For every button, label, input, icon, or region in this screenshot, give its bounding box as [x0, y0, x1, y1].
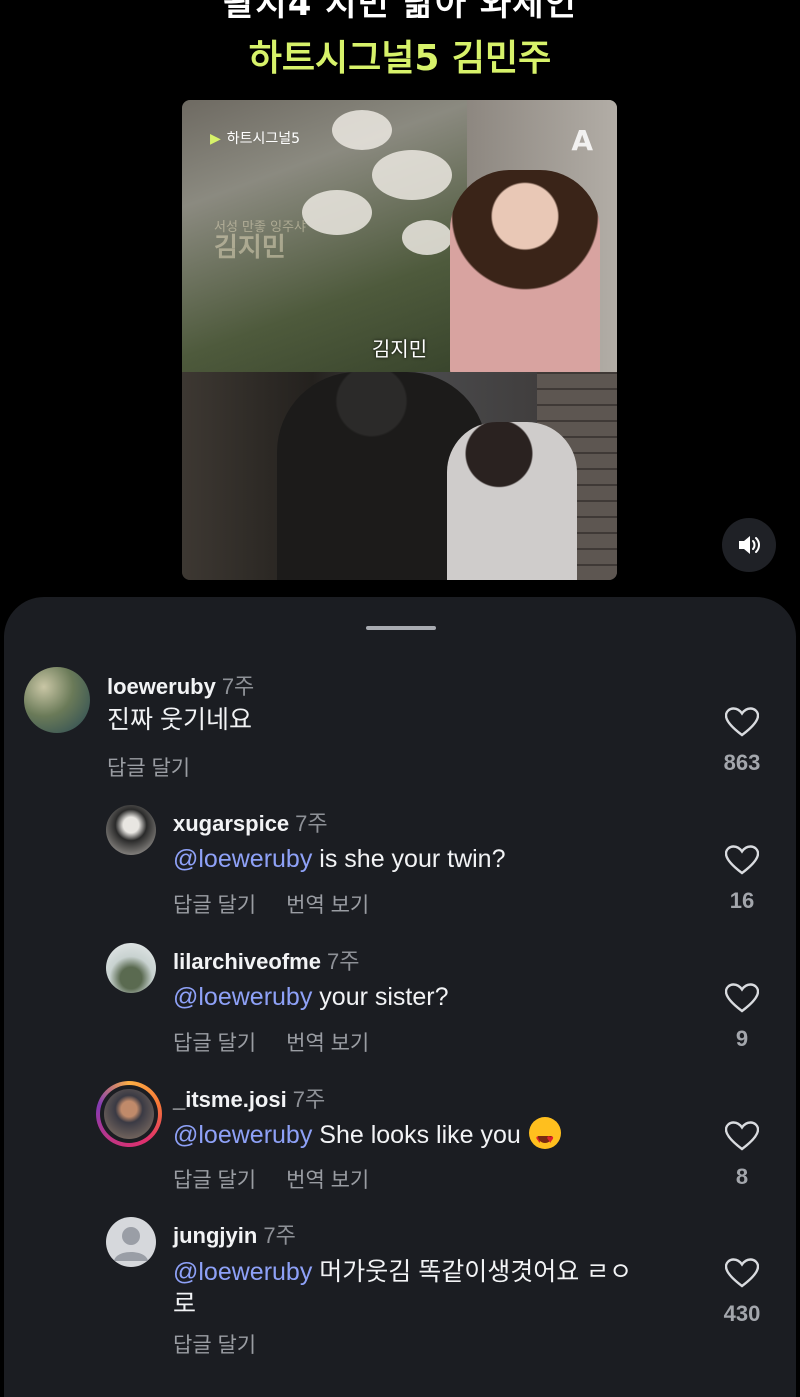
sheet-grabber[interactable] — [366, 626, 436, 630]
like-control[interactable]: 430 — [712, 1258, 772, 1327]
comment-time: 7주 — [326, 949, 360, 974]
heart-icon[interactable] — [724, 1121, 760, 1151]
translate-button[interactable]: 번역 보기 — [286, 1032, 369, 1055]
heart-icon[interactable] — [724, 1258, 760, 1288]
comment-text: @loeweruby 머가웃김 똑같이생겻어요 ㄹㅇ — [173, 1258, 633, 1286]
mention-link[interactable]: @loeweruby — [173, 1258, 312, 1286]
comment-text: 진짜 웃기네요 — [107, 706, 252, 734]
like-count: 863 — [723, 750, 761, 775]
avatar[interactable] — [24, 667, 90, 733]
comment-username[interactable]: lilarchiveofme 7주 — [173, 944, 359, 976]
like-control[interactable]: 8 — [712, 1121, 772, 1190]
name-subtitle: 김지민 — [371, 337, 428, 361]
comments-sheet: loeweruby 7주 진짜 웃기네요 답글 달기 863 xugarspice… — [4, 597, 796, 1397]
comment-username[interactable]: _itsme.josi 7주 — [173, 1082, 325, 1114]
reply-button[interactable]: 답글 달기 — [173, 1334, 256, 1357]
avatar[interactable] — [106, 805, 156, 855]
comment-text-continued: 로 — [173, 1290, 197, 1318]
like-control[interactable]: 863 — [712, 707, 772, 776]
faint-name-tag: 서성 만좋 잉주샤 김지민 — [214, 218, 306, 263]
comment-text: @loeweruby She looks like you — [173, 1117, 561, 1156]
play-triangle-icon: ▶ — [210, 131, 221, 147]
comment-time: 7주 — [263, 1223, 296, 1248]
comment-time: 7주 — [292, 1087, 326, 1112]
woman-figure-2 — [447, 422, 577, 580]
heart-icon[interactable] — [724, 845, 760, 875]
comment-actions: 답글 달기 번역 보기 — [173, 1164, 369, 1194]
translate-button[interactable]: 번역 보기 — [286, 1169, 369, 1192]
user-silhouette-icon — [114, 1227, 148, 1261]
brand-logo: A — [571, 124, 593, 157]
speaker-icon — [739, 536, 760, 554]
comment-actions: 답글 달기 — [107, 752, 190, 782]
sound-toggle-button[interactable] — [722, 518, 776, 572]
faint-name: 김지민 — [214, 233, 286, 263]
like-count: 9 — [735, 1026, 749, 1051]
like-count: 8 — [735, 1164, 749, 1189]
comment-username[interactable]: jungjyin 7주 — [173, 1218, 296, 1250]
mention-link[interactable]: @loeweruby — [173, 845, 312, 873]
comment-time: 7주 — [295, 811, 328, 836]
video-player[interactable]: ▶ 하트시그널5 A 서성 만좋 잉주샤 김지민 김지민 — [182, 100, 617, 580]
show-label: ▶ 하트시그널5 — [210, 131, 301, 147]
heart-icon[interactable] — [724, 983, 760, 1013]
heart-icon[interactable] — [724, 707, 760, 737]
mention-link[interactable]: @loeweruby — [173, 983, 312, 1011]
heart-eyes-emoji-icon — [528, 1117, 561, 1156]
like-count: 16 — [729, 888, 755, 913]
mention-link[interactable]: @loeweruby — [173, 1121, 312, 1149]
translate-button[interactable]: 번역 보기 — [286, 894, 369, 917]
reply-button[interactable]: 답글 달기 — [173, 894, 256, 917]
avatar[interactable] — [106, 943, 156, 993]
video-frame-bottom — [182, 372, 617, 580]
comment-time: 7주 — [221, 674, 255, 699]
reply-button[interactable]: 답글 달기 — [173, 1032, 256, 1055]
reply-button[interactable]: 답글 달기 — [173, 1169, 256, 1192]
default-avatar[interactable] — [106, 1217, 156, 1267]
story-ring-avatar[interactable] — [96, 1081, 162, 1147]
like-control[interactable]: 9 — [712, 983, 772, 1052]
avatar — [104, 1089, 154, 1139]
like-count: 430 — [723, 1301, 761, 1326]
reply-button[interactable]: 답글 달기 — [107, 757, 190, 780]
banner-title-line2: 하트시그널5 김민주 — [248, 38, 552, 79]
comment-actions: 답글 달기 번역 보기 — [173, 1027, 369, 1057]
comment-username[interactable]: xugarspice 7주 — [173, 806, 328, 838]
comment-username[interactable]: loeweruby 7주 — [107, 669, 254, 701]
video-frame-top: ▶ 하트시그널5 A 서성 만좋 잉주샤 김지민 김지민 — [182, 100, 617, 380]
comment-text: @loeweruby your sister? — [173, 983, 449, 1011]
comment-actions: 답글 달기 — [173, 1329, 256, 1359]
banner-title-line1: 왈지4 지민 닮아 와세인 — [223, 0, 577, 24]
comment-actions: 답글 달기 번역 보기 — [173, 889, 369, 919]
like-control[interactable]: 16 — [712, 845, 772, 914]
comment-text: @loeweruby is she your twin? — [173, 845, 506, 873]
